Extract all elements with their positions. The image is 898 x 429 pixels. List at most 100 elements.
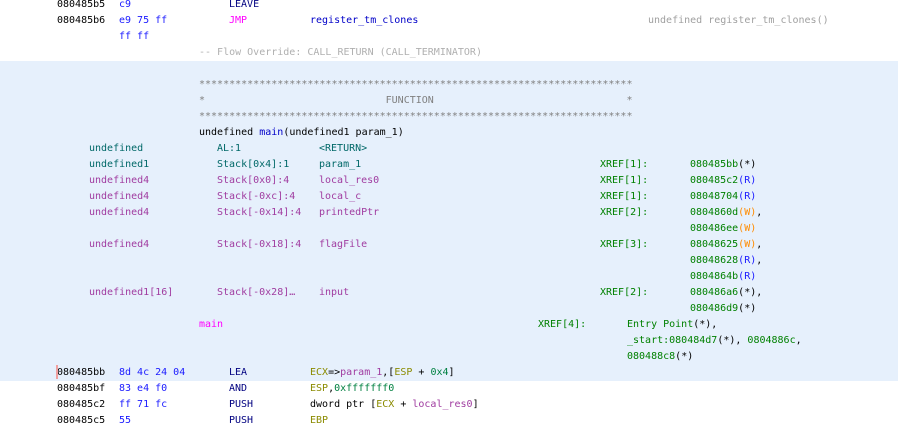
xval-field[interactable]: 080485bb(*)	[690, 157, 756, 173]
xref-cont[interactable]: 0804864b(R)	[0, 269, 898, 285]
var-local-res0[interactable]: undefined4 Stack[0x0]:4 local_res0 XREF[1]:…	[0, 173, 898, 189]
token-green[interactable]: XREF[2]:	[600, 207, 648, 218]
token-green[interactable]: XREF[1]:	[600, 159, 648, 170]
token-green[interactable]: XREF[1]:	[600, 191, 648, 202]
instruction-and[interactable]: 080485bf 83 e4 f0 AND ESP,0xfffffff0	[0, 381, 898, 397]
token-fn[interactable]: main	[259, 127, 283, 138]
token-green[interactable]: 08048704	[690, 191, 738, 202]
xref-cont[interactable]: 08048628(R),	[0, 253, 898, 269]
xref-cont[interactable]: 080488c8(*)	[0, 349, 898, 365]
xref-field[interactable]: XREF[1]:	[600, 173, 648, 189]
mnem-field[interactable]: PUSH	[229, 397, 253, 413]
cmt-field[interactable]: undefined register_tm_clones()	[648, 13, 829, 29]
op-field[interactable]: register_tm_clones	[310, 13, 418, 29]
vname-field[interactable]: input	[319, 285, 349, 301]
var-param-1[interactable]: undefined1 Stack[0x4]:1 param_1 XREF[1]: 080…	[0, 157, 898, 173]
var-printedptr[interactable]: undefined4 Stack[-0x14]:4 printedPtr XREF[2…	[0, 205, 898, 221]
mnem-field[interactable]: LEA	[229, 365, 247, 381]
addr-field[interactable]: 080485bf	[57, 381, 105, 397]
xval-field[interactable]: 080486d9(*)	[690, 301, 756, 317]
token-green[interactable]: Entry Point	[627, 319, 693, 330]
instruction-jmp[interactable]: 080485b6 e9 75 ff JMP register_tm_clones und…	[0, 13, 898, 29]
vtype-field[interactable]: undefined1	[89, 157, 149, 173]
mnem-field[interactable]: PUSH	[229, 413, 253, 429]
vstor-field[interactable]: Stack[-0x14]:4	[217, 205, 301, 221]
var-flagfile[interactable]: undefined4 Stack[-0x18]:4 flagFile XREF[3]:…	[0, 237, 898, 253]
vstor-field[interactable]: Stack[-0x28]…	[217, 285, 295, 301]
addr-field[interactable]: 080485c5	[57, 413, 105, 429]
vtype-field[interactable]: undefined4	[89, 189, 149, 205]
instruction-push[interactable]: 080485c5 55 PUSH EBP	[0, 413, 898, 429]
bytes-field[interactable]: e9 75 ff	[119, 13, 167, 29]
token-green[interactable]: 0804860d	[690, 207, 738, 218]
token-green[interactable]: 08048628	[690, 255, 738, 266]
label-field[interactable]: main	[199, 317, 223, 333]
function-banner-title[interactable]: * FUNCTION *	[0, 93, 898, 109]
token-green[interactable]: 080486d9	[690, 303, 738, 314]
flow-field[interactable]: ****************************************…	[199, 77, 632, 93]
vtype-field[interactable]: undefined1[16]	[89, 285, 173, 301]
flow-field[interactable]: ****************************************…	[199, 109, 632, 125]
function-banner-top[interactable]: ****************************************…	[0, 77, 898, 93]
vtype-field[interactable]: undefined4	[89, 205, 149, 221]
vname-field[interactable]: local_res0	[319, 173, 379, 189]
vtype-field[interactable]: undefined4	[89, 237, 149, 253]
xval-field[interactable]: 080485c2(R)	[690, 173, 756, 189]
xref-field[interactable]: XREF[2]:	[600, 285, 648, 301]
mnem-field[interactable]: LEAVE	[229, 0, 259, 13]
op-field[interactable]: dword ptr [ECX + local_res0]	[310, 397, 479, 413]
vstor-field[interactable]: Stack[-0x18]:4	[217, 237, 301, 253]
vstor-field[interactable]: Stack[0x0]:4	[217, 173, 289, 189]
xval-field[interactable]: 0804864b(R)	[690, 269, 756, 285]
vstor-field[interactable]: Stack[0x4]:1	[217, 157, 289, 173]
xref-cont[interactable]: 080486d9(*)	[0, 301, 898, 317]
xref-cont[interactable]: _start:080484d7(*), 0804886c,	[0, 333, 898, 349]
vname-field[interactable]: <RETURN>	[319, 141, 367, 157]
instruction-leave[interactable]: 080485b5 c9 LEAVE	[0, 0, 898, 13]
token-green[interactable]: 080485bb	[690, 159, 738, 170]
xref-field[interactable]: XREF[1]:	[600, 157, 648, 173]
token-green[interactable]: XREF[1]:	[600, 175, 648, 186]
bytes-field[interactable]: 83 e4 f0	[119, 381, 167, 397]
var-input[interactable]: undefined1[16] Stack[-0x28]… input XREF[2]:…	[0, 285, 898, 301]
flow-override[interactable]: -- Flow Override: CALL_RETURN (CALL_TERM…	[0, 45, 898, 61]
bytes-field[interactable]: ff 71 fc	[119, 397, 167, 413]
mnem-field[interactable]: AND	[229, 381, 247, 397]
xval-field[interactable]: 080486a6(*),	[690, 285, 762, 301]
xref-cont[interactable]: 080486ee(W)	[0, 221, 898, 237]
blank[interactable]	[0, 61, 898, 77]
bytes-field[interactable]: 55	[119, 413, 131, 429]
addr-field[interactable]: 080485b6	[57, 13, 105, 29]
var-return[interactable]: undefined AL:1 <RETURN>	[0, 141, 898, 157]
label-main[interactable]: main XREF[4]: Entry Point(*),	[0, 317, 898, 333]
token-green[interactable]: 080488c8	[627, 351, 675, 362]
bytes-field[interactable]: 8d 4c 24 04	[119, 365, 185, 381]
bytes-field[interactable]: c9	[119, 0, 131, 13]
token-green[interactable]: XREF[4]:	[538, 319, 586, 330]
instruction-bytes-cont[interactable]: ff ff	[0, 29, 898, 45]
token-green[interactable]: 080485c2	[690, 175, 738, 186]
op-field[interactable]: ESP,0xfffffff0	[310, 381, 394, 397]
addr-field[interactable]: 080485b5	[57, 0, 105, 13]
flow-field[interactable]: undefined main(undefined1 param_1)	[199, 125, 404, 141]
token-label[interactable]: main	[199, 319, 223, 330]
xval-field[interactable]: 08048704(R)	[690, 189, 756, 205]
token-green[interactable]: XREF[2]:	[600, 287, 648, 298]
addr-field[interactable]: 080485bb	[57, 365, 105, 381]
xref-field[interactable]: XREF[1]:	[600, 189, 648, 205]
vstor-field[interactable]: Stack[-0xc]:4	[217, 189, 295, 205]
flow-field[interactable]: * FUNCTION *	[199, 93, 632, 109]
xval-field[interactable]: 08048625(W),	[690, 237, 762, 253]
bytes-field[interactable]: ff ff	[119, 29, 149, 45]
token-green[interactable]: XREF[3]:	[600, 239, 648, 250]
lxval-field[interactable]: Entry Point(*),	[627, 317, 717, 333]
lxref-field[interactable]: XREF[4]:	[538, 317, 586, 333]
vname-field[interactable]: printedPtr	[319, 205, 379, 221]
vname-field[interactable]: flagFile	[319, 237, 367, 253]
xref-field[interactable]: XREF[2]:	[600, 205, 648, 221]
xval-field[interactable]: 080486ee(W)	[690, 221, 756, 237]
instruction-push[interactable]: 080485c2 ff 71 fc PUSH dword ptr [ECX + loc…	[0, 397, 898, 413]
lxval-field[interactable]: _start:080484d7(*), 0804886c,	[627, 333, 802, 349]
op-field[interactable]: EBP	[310, 413, 328, 429]
vtype-field[interactable]: undefined4	[89, 173, 149, 189]
